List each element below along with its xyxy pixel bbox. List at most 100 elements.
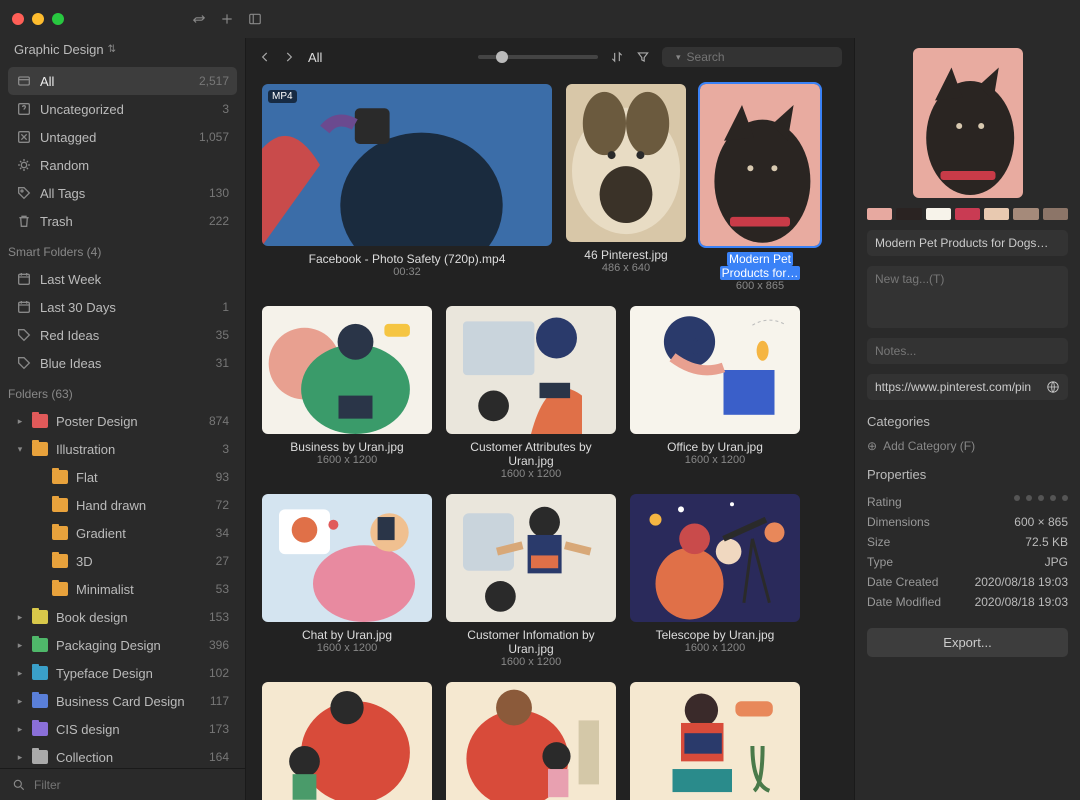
notes-field[interactable]: Notes... (867, 338, 1068, 364)
chevron-icon[interactable]: ▸ (16, 724, 24, 735)
sidebar-item-last-30-days[interactable]: Last 30 Days1 (8, 293, 237, 321)
thumbnail-image[interactable] (446, 494, 616, 622)
sidebar-item-last-week[interactable]: Last Week (8, 265, 237, 293)
thumbnail-image[interactable] (262, 494, 432, 622)
thumbnail-card[interactable]: Telescope by Uran.jpg1600 x 1200 (630, 494, 800, 668)
color-swatch[interactable] (926, 208, 951, 220)
preview-thumbnail[interactable] (913, 48, 1023, 198)
breadcrumb[interactable]: All (308, 50, 348, 65)
add-category-button[interactable]: ⊕ Add Category (F) (867, 439, 1068, 453)
rating-dots[interactable] (1014, 495, 1068, 509)
smart-folders-header: Smart Folders (4) (0, 237, 245, 263)
folder-typeface-design[interactable]: ▸Typeface Design102 (8, 659, 237, 687)
folder-3d[interactable]: 3D27 (8, 547, 237, 575)
globe-icon[interactable] (1046, 380, 1060, 394)
folder-packaging-design[interactable]: ▸Packaging Design396 (8, 631, 237, 659)
color-swatch[interactable] (955, 208, 980, 220)
thumbnail-card[interactable]: 46 Pinterest.jpg486 x 640 (566, 84, 686, 292)
thumbnail-card[interactable]: MP4Facebook - Photo Safety (720p).mp400:… (262, 84, 552, 292)
thumbnail-image[interactable] (630, 682, 800, 800)
sidebar-toggle-icon[interactable] (248, 12, 262, 26)
thumbnail-card[interactable]: Office by Uran.jpg1600 x 1200 (630, 306, 800, 480)
nav-back-icon[interactable] (258, 50, 272, 64)
color-swatch[interactable] (1043, 208, 1068, 220)
zoom-slider[interactable] (478, 55, 598, 59)
sidebar-item-red-ideas[interactable]: Red Ideas35 (8, 321, 237, 349)
chevron-icon[interactable]: ▸ (16, 416, 24, 427)
thumbnail-image[interactable] (262, 682, 432, 800)
thumbnail-card[interactable]: Chat by Uran.jpg1600 x 1200 (262, 494, 432, 668)
tag-field[interactable]: New tag...(T) (867, 266, 1068, 328)
file-name: Chat by Uran.jpg (302, 628, 392, 642)
thumbnail-image[interactable] (566, 84, 686, 242)
search-input[interactable] (687, 50, 842, 64)
folder-minimalist[interactable]: Minimalist53 (8, 575, 237, 603)
thumbnail-card[interactable] (262, 682, 432, 800)
sidebar-item-trash[interactable]: Trash222 (8, 207, 237, 235)
chevron-down-icon[interactable]: ▾ (676, 52, 681, 63)
library-selector[interactable]: Graphic Design ⇅ (0, 38, 245, 65)
thumbnail-image[interactable] (262, 306, 432, 434)
sidebar-filter[interactable] (0, 768, 245, 800)
sidebar-item-blue-ideas[interactable]: Blue Ideas31 (8, 349, 237, 377)
folder-book-design[interactable]: ▸Book design153 (8, 603, 237, 631)
thumbnail-image[interactable] (700, 84, 820, 246)
maximize-icon[interactable] (52, 13, 64, 25)
nav-forward-icon[interactable] (282, 50, 296, 64)
chevron-icon[interactable]: ▸ (16, 696, 24, 707)
filter-input[interactable] (34, 778, 233, 792)
folder-illustration[interactable]: ▾Illustration3 (8, 435, 237, 463)
folders-header: Folders (63) (0, 379, 245, 405)
folder-poster-design[interactable]: ▸Poster Design874 (8, 407, 237, 435)
folder-icon (52, 526, 68, 540)
color-swatch[interactable] (1013, 208, 1038, 220)
swap-icon[interactable] (192, 12, 206, 26)
sidebar-item-all-tags[interactable]: All Tags130 (8, 179, 237, 207)
folder-business-card-design[interactable]: ▸Business Card Design117 (8, 687, 237, 715)
url-field[interactable]: https://www.pinterest.com/pin (867, 374, 1068, 400)
sidebar-item-all[interactable]: All2,517 (8, 67, 237, 95)
slider-knob[interactable] (496, 51, 508, 63)
minimize-icon[interactable] (32, 13, 44, 25)
property-row: Rating (867, 492, 1068, 512)
color-swatch[interactable] (984, 208, 1009, 220)
name-field[interactable]: Modern Pet Products for Dogs… (867, 230, 1068, 256)
plus-icon[interactable] (220, 12, 234, 26)
sidebar-item-uncategorized[interactable]: Uncategorized3 (8, 95, 237, 123)
thumbnail-image[interactable] (630, 306, 800, 434)
thumbnail-image[interactable] (446, 682, 616, 800)
color-swatch[interactable] (896, 208, 921, 220)
chevron-icon[interactable]: ▾ (16, 444, 24, 455)
thumbnail-card[interactable]: Business by Uran.jpg1600 x 1200 (262, 306, 432, 480)
property-row: TypeJPG (867, 552, 1068, 572)
folder-icon (32, 442, 48, 456)
close-icon[interactable] (12, 13, 24, 25)
filter-icon[interactable] (636, 50, 650, 64)
folder-cis-design[interactable]: ▸CIS design173 (8, 715, 237, 743)
thumbnail-card[interactable]: Customer Infomation by Uran.jpg1600 x 12… (446, 494, 616, 668)
sidebar-item-untagged[interactable]: Untagged1,057 (8, 123, 237, 151)
thumbnail-image[interactable] (446, 306, 616, 434)
thumbnail-card[interactable]: Customer Attributes by Uran.jpg1600 x 12… (446, 306, 616, 480)
thumbnail-card[interactable]: Modern PetProducts for…600 x 865 (700, 84, 820, 292)
search-field[interactable]: ▾ (662, 47, 842, 67)
sidebar-item-random[interactable]: Random (8, 151, 237, 179)
folder-gradient[interactable]: Gradient34 (8, 519, 237, 547)
file-meta: 1600 x 1200 (501, 468, 562, 480)
chevron-icon[interactable]: ▸ (16, 752, 24, 763)
sort-icon[interactable] (610, 50, 624, 64)
thumbnail-card[interactable] (446, 682, 616, 800)
chevron-icon[interactable]: ▸ (16, 612, 24, 623)
chevron-icon[interactable]: ▸ (16, 668, 24, 679)
thumbnail-image[interactable]: MP4 (262, 84, 552, 246)
thumbnail-card[interactable] (630, 682, 800, 800)
export-button[interactable]: Export... (867, 628, 1068, 657)
sidebar-item-label: All Tags (40, 186, 201, 201)
color-swatch[interactable] (867, 208, 892, 220)
folder-collection[interactable]: ▸Collection164 (8, 743, 237, 768)
folder-count: 3 (222, 442, 229, 456)
folder-flat[interactable]: Flat93 (8, 463, 237, 491)
chevron-icon[interactable]: ▸ (16, 640, 24, 651)
folder-hand-drawn[interactable]: Hand drawn72 (8, 491, 237, 519)
thumbnail-image[interactable] (630, 494, 800, 622)
